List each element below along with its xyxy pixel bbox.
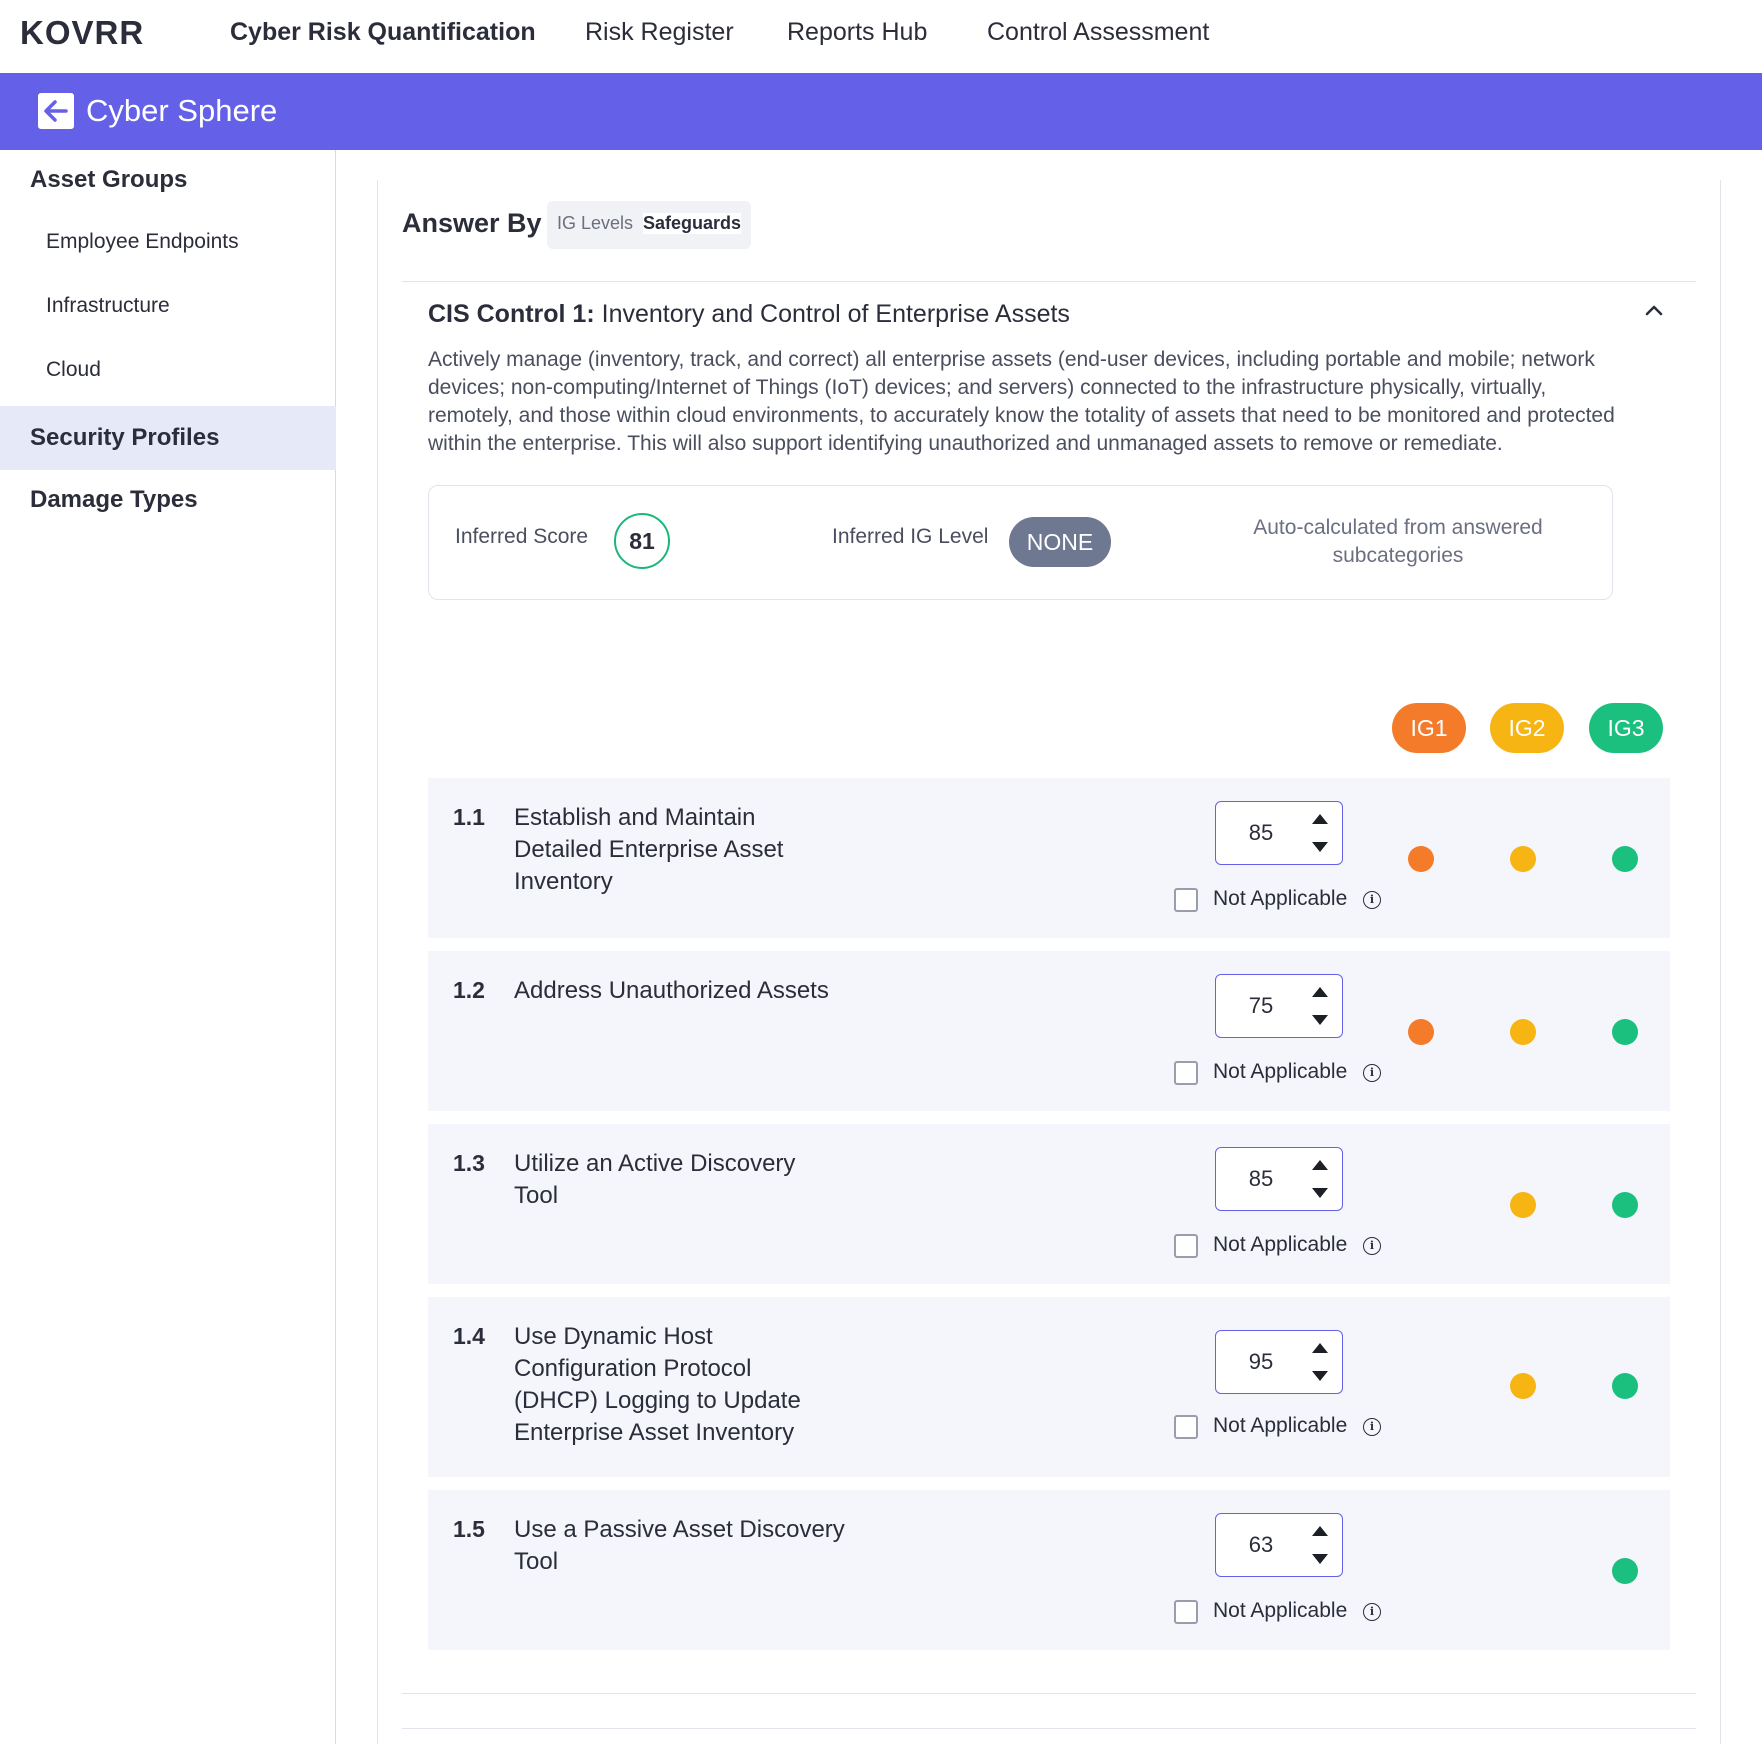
safeguard-title: Utilize an Active Discovery Tool	[514, 1150, 796, 1209]
safeguard-number: 1.4	[453, 1323, 485, 1349]
control-description: Actively manage (inventory, track, and c…	[428, 348, 1615, 455]
divider	[402, 1693, 1696, 1694]
ig2-dot	[1510, 1019, 1536, 1045]
info-icon[interactable]: i	[1363, 891, 1381, 909]
nav-risk-register[interactable]: Risk Register	[585, 18, 734, 47]
score-value[interactable]: 95	[1216, 1331, 1306, 1393]
sidebar-item-infrastructure[interactable]: Infrastructure	[0, 294, 336, 318]
divider	[402, 281, 1696, 282]
sidebar-item-damage-types[interactable]: Damage Types	[0, 486, 336, 514]
control-prefix: CIS Control 1:	[428, 300, 595, 328]
not-applicable-checkbox[interactable]	[1174, 1600, 1198, 1624]
safeguard-title: Address Unauthorized Assets	[514, 977, 829, 1004]
safeguard-row: 1.4 Use Dynamic Host Configuration Proto…	[428, 1297, 1670, 1477]
ig2-dot	[1510, 1192, 1536, 1218]
toggle-ig-levels[interactable]: IG Levels	[557, 213, 633, 234]
increment-arrow-icon[interactable]	[1312, 1343, 1328, 1353]
ig1-badge: IG1	[1392, 703, 1466, 753]
decrement-arrow-icon[interactable]	[1312, 1188, 1328, 1198]
not-applicable-label: Not Applicable	[1213, 887, 1348, 910]
back-arrow-icon[interactable]	[38, 93, 74, 129]
increment-arrow-icon[interactable]	[1312, 1160, 1328, 1170]
safeguard-row: 1.1 Establish and Maintain Detailed Ente…	[428, 778, 1670, 938]
score-value[interactable]: 85	[1216, 1148, 1306, 1210]
safeguard-row: 1.2 Address Unauthorized Assets 75 Not A…	[428, 951, 1670, 1111]
sidebar-item-security-profiles[interactable]: Security Profiles	[0, 406, 336, 470]
info-icon[interactable]: i	[1363, 1603, 1381, 1621]
not-applicable-checkbox[interactable]	[1174, 1415, 1198, 1439]
info-icon[interactable]: i	[1363, 1237, 1381, 1255]
info-icon[interactable]: i	[1363, 1418, 1381, 1436]
decrement-arrow-icon[interactable]	[1312, 1554, 1328, 1564]
inferred-ig-badge: NONE	[1009, 517, 1111, 567]
top-nav: KOVRR Cyber Risk Quantification Risk Reg…	[0, 0, 1762, 73]
score-value[interactable]: 75	[1216, 975, 1306, 1037]
increment-arrow-icon[interactable]	[1312, 987, 1328, 997]
inferred-score-ring: 81	[614, 513, 670, 569]
inferred-score-label: Inferred Score	[455, 525, 589, 548]
not-applicable-checkbox[interactable]	[1174, 1061, 1198, 1085]
increment-arrow-icon[interactable]	[1312, 814, 1328, 824]
decrement-arrow-icon[interactable]	[1312, 842, 1328, 852]
not-applicable-label: Not Applicable	[1213, 1233, 1348, 1256]
auto-calculated-note: Auto-calculated from answered subcategor…	[1253, 516, 1543, 567]
ig1-dot	[1408, 846, 1434, 872]
info-icon[interactable]: i	[1363, 1064, 1381, 1082]
answer-by-toggle: IG Levels Safeguards	[547, 201, 751, 249]
nav-cyber-risk-quantification[interactable]: Cyber Risk Quantification	[230, 18, 536, 47]
nav-reports-hub[interactable]: Reports Hub	[787, 18, 927, 47]
control-name: Inventory and Control of Enterprise Asse…	[601, 300, 1070, 328]
decrement-arrow-icon[interactable]	[1312, 1371, 1328, 1381]
nav-control-assessment[interactable]: Control Assessment	[987, 18, 1209, 47]
safeguard-row: 1.3 Utilize an Active Discovery Tool 85 …	[428, 1124, 1670, 1284]
inferred-ig-label: Inferred IG Level	[832, 525, 989, 548]
sidebar-item-asset-groups[interactable]: Asset Groups	[0, 166, 336, 194]
safeguard-number: 1.1	[453, 804, 485, 830]
score-stepper[interactable]: 95	[1215, 1330, 1343, 1394]
safeguard-number: 1.2	[453, 977, 485, 1003]
score-value[interactable]: 85	[1216, 802, 1306, 864]
increment-arrow-icon[interactable]	[1312, 1526, 1328, 1536]
score-value[interactable]: 63	[1216, 1514, 1306, 1576]
score-stepper[interactable]: 85	[1215, 801, 1343, 865]
safeguard-title: Use Dynamic Host Configuration Protocol …	[514, 1323, 801, 1446]
ig3-dot	[1612, 1192, 1638, 1218]
safeguard-number: 1.3	[453, 1150, 485, 1176]
decrement-arrow-icon[interactable]	[1312, 1015, 1328, 1025]
ig2-badge: IG2	[1490, 703, 1564, 753]
ig3-dot	[1612, 1373, 1638, 1399]
page-banner: Cyber Sphere	[0, 73, 1762, 150]
toggle-safeguards[interactable]: Safeguards	[643, 213, 742, 234]
safeguard-title: Use a Passive Asset Discovery Tool	[514, 1516, 845, 1575]
kovrr-logo[interactable]: KOVRR	[20, 14, 144, 52]
control-title: CIS Control 1: Inventory and Control of …	[428, 300, 1070, 329]
safeguard-row: 1.5 Use a Passive Asset Discovery Tool 6…	[428, 1490, 1670, 1650]
not-applicable-label: Not Applicable	[1213, 1414, 1348, 1437]
ig3-dot	[1612, 1558, 1638, 1584]
sidebar: Asset Groups Employee Endpoints Infrastr…	[0, 150, 336, 1744]
not-applicable-label: Not Applicable	[1213, 1060, 1348, 1083]
not-applicable-checkbox[interactable]	[1174, 888, 1198, 912]
score-stepper[interactable]: 85	[1215, 1147, 1343, 1211]
page-title: Cyber Sphere	[86, 93, 278, 128]
not-applicable-checkbox[interactable]	[1174, 1234, 1198, 1258]
ig3-dot	[1612, 1019, 1638, 1045]
sidebar-item-cloud[interactable]: Cloud	[0, 358, 336, 382]
safeguard-number: 1.5	[453, 1516, 485, 1542]
safeguard-title: Establish and Maintain Detailed Enterpri…	[514, 804, 784, 895]
score-stepper[interactable]: 63	[1215, 1513, 1343, 1577]
ig1-dot	[1408, 1019, 1434, 1045]
ig2-dot	[1510, 1373, 1536, 1399]
ig2-dot	[1510, 846, 1536, 872]
chevron-up-icon[interactable]	[1640, 296, 1668, 324]
divider	[402, 1728, 1696, 1729]
sidebar-item-employee-endpoints[interactable]: Employee Endpoints	[0, 230, 336, 254]
not-applicable-label: Not Applicable	[1213, 1599, 1348, 1622]
ig3-badge: IG3	[1589, 703, 1663, 753]
score-stepper[interactable]: 75	[1215, 974, 1343, 1038]
answer-by-label: Answer By	[402, 208, 542, 238]
ig3-dot	[1612, 846, 1638, 872]
